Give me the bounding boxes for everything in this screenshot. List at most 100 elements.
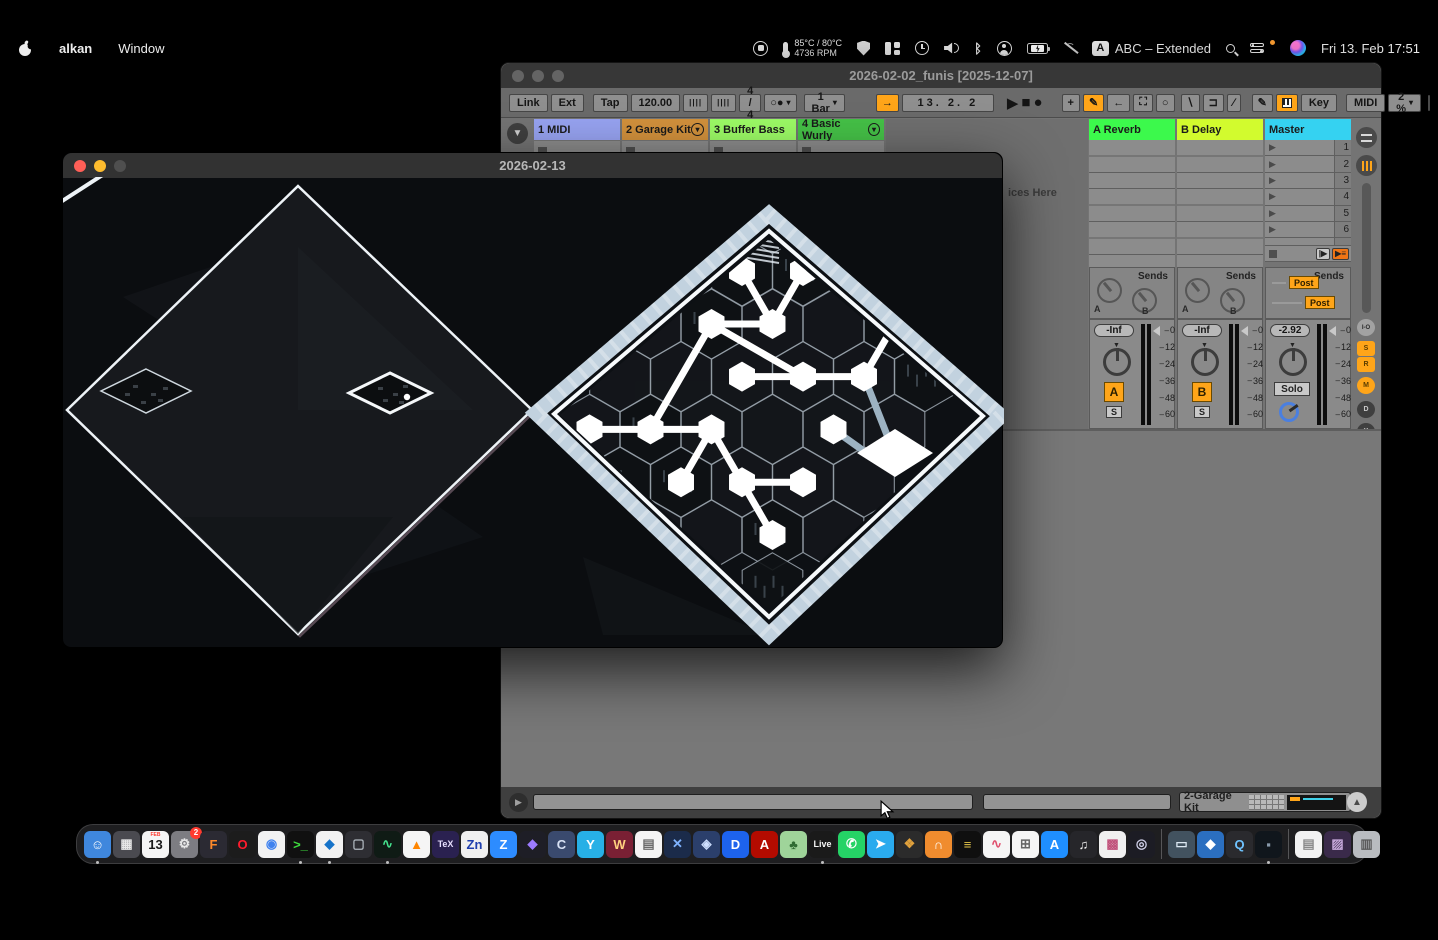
dock-purple-folder-icon[interactable]: ▨	[1324, 831, 1351, 858]
dock-zoom-icon[interactable]: Z	[490, 831, 517, 858]
dock-calibre-icon[interactable]: C	[548, 831, 575, 858]
menu-window[interactable]: Window	[118, 41, 164, 56]
return-b-pan-knob[interactable]	[1191, 348, 1219, 376]
expand-button[interactable]: ⛶	[1133, 94, 1153, 112]
stop-all-clips-button[interactable]	[1269, 250, 1277, 258]
scene-play-icon[interactable]: ▶	[1269, 208, 1276, 219]
temperature-status[interactable]: 85°C / 80°C 4736 RPM	[783, 38, 842, 58]
dock-calendar-icon[interactable]: 13FEB	[142, 831, 169, 858]
dock-libreoffice-icon[interactable]: ▤	[635, 831, 662, 858]
metronome-button[interactable]: ○●▾	[764, 94, 796, 112]
key-map-button[interactable]: Key	[1301, 94, 1337, 112]
groove-amount-menu[interactable]: 2 %▾	[1388, 94, 1421, 112]
battery-icon[interactable]	[1027, 43, 1048, 54]
record-button[interactable]: ●	[1033, 94, 1042, 111]
track-header-2[interactable]: 2 Garage Kit▾	[622, 119, 708, 140]
dock-system-settings-icon[interactable]: ⚙2	[171, 831, 198, 858]
ext-button[interactable]: Ext	[551, 94, 584, 112]
dock-whatsapp-icon[interactable]: ✆	[838, 831, 865, 858]
bluetooth-icon[interactable]: ᛒ	[974, 41, 982, 56]
horizontal-scrollbar[interactable]	[533, 794, 973, 810]
session-record-button[interactable]: ○	[1156, 94, 1175, 112]
game-scene[interactable]	[63, 177, 1004, 649]
dock-vscode-window-icon[interactable]: ◆	[1197, 831, 1224, 858]
nudge-up-button[interactable]: ||||	[711, 94, 736, 112]
link-button[interactable]: Link	[509, 94, 548, 112]
scene-play-icon[interactable]: ▶	[1269, 175, 1276, 186]
menu-clock[interactable]: Fri 13. Feb 17:51	[1321, 41, 1420, 56]
draw-mode-button[interactable]: ✎	[1252, 94, 1273, 112]
scene-row[interactable]: ▶3	[1265, 173, 1351, 189]
master-solo[interactable]: Solo	[1274, 382, 1310, 396]
dock-document-icon[interactable]: ▤	[1295, 831, 1322, 858]
dock-obsidian-icon[interactable]: ◆	[519, 831, 546, 858]
follow-button[interactable]: →	[876, 94, 899, 112]
dock-quicktime-icon[interactable]: Q	[1226, 831, 1253, 858]
dock-firefox-icon[interactable]: F	[200, 831, 227, 858]
plus-button[interactable]: +	[1062, 94, 1080, 112]
loop-icon[interactable]: ⊐	[1203, 94, 1224, 112]
stop-button[interactable]: ■	[1021, 94, 1030, 111]
delay-section-toggle[interactable]: D	[1357, 401, 1375, 418]
dock-vscode-icon[interactable]: ◆	[316, 831, 343, 858]
scene-row-partial[interactable]	[1265, 238, 1351, 246]
record-indicator-icon[interactable]	[753, 41, 768, 56]
dock-color-grid-app-icon[interactable]: ▩	[1099, 831, 1126, 858]
chevron-down-icon[interactable]: ▾	[868, 123, 880, 136]
computer-midi-keyboard-button[interactable]	[1276, 94, 1298, 112]
track-header-3[interactable]: 3 Buffer Bass	[710, 119, 796, 140]
return-b-slots[interactable]	[1177, 140, 1263, 267]
dock-davinci-resolve-icon[interactable]: ❖	[896, 831, 923, 858]
return-a-volume[interactable]: -Inf	[1094, 324, 1134, 337]
return-a-pan-knob[interactable]	[1103, 348, 1131, 376]
returns-section-toggle[interactable]: R	[1357, 357, 1375, 372]
scene-row[interactable]: ▶1	[1265, 140, 1351, 156]
dock-fork-icon[interactable]: Y	[577, 831, 604, 858]
dock-image-tool-icon[interactable]: ▢	[345, 831, 372, 858]
dock-x-tool-icon[interactable]: ✕	[664, 831, 691, 858]
return-b-header[interactable]: B Delay	[1177, 119, 1263, 140]
play-button[interactable]: ▶	[1007, 94, 1019, 112]
show-hide-detail-icon[interactable]: ▶	[509, 793, 528, 812]
return-a-activator[interactable]: A	[1104, 382, 1124, 402]
send-a-knob[interactable]	[1185, 278, 1210, 303]
dock-app-store-icon[interactable]: A	[1041, 831, 1068, 858]
dock-virtualbox-icon[interactable]: ◈	[693, 831, 720, 858]
dock-opera-icon[interactable]: O	[229, 831, 256, 858]
io-section-toggle[interactable]: I-O	[1357, 319, 1375, 336]
scene-play-icon[interactable]: ▶	[1269, 191, 1276, 202]
dock-chrome-icon[interactable]: ◉	[258, 831, 285, 858]
time-machine-icon[interactable]	[915, 41, 929, 55]
dock-audio-app-icon[interactable]: ∩	[925, 831, 952, 858]
track-header-1[interactable]: 1 MIDI	[534, 119, 620, 140]
back-to-arrangement-icon[interactable]: |▶	[1316, 248, 1330, 260]
game-titlebar[interactable]: 2026-02-13	[63, 153, 1002, 178]
dock-window-preview-icon[interactable]: ▭	[1168, 831, 1195, 858]
return-b-volume[interactable]: -Inf	[1182, 324, 1222, 337]
fade-out-icon[interactable]: ∖	[1181, 94, 1200, 112]
expand-detail-icon[interactable]: ▲	[1347, 792, 1367, 812]
dock-calculator-app-icon[interactable]: ⊞	[1012, 831, 1039, 858]
arrangement-record-icon[interactable]: ▶≡	[1332, 248, 1349, 260]
tap-tempo-button[interactable]: Tap	[593, 94, 628, 112]
nudge-down-button[interactable]: ||||	[683, 94, 708, 112]
dock-advisory-app-icon[interactable]: ≡	[954, 831, 981, 858]
dock-acrobat-icon[interactable]: A	[751, 831, 778, 858]
scene-play-icon[interactable]: ▶	[1269, 224, 1276, 235]
send-a-knob[interactable]	[1097, 278, 1122, 303]
wifi-off-icon[interactable]	[1063, 42, 1077, 54]
dock-zinc-icon[interactable]: Zn	[461, 831, 488, 858]
dock-wine-icon[interactable]: W	[606, 831, 633, 858]
fade-in-icon[interactable]: ∕	[1227, 94, 1241, 112]
scene-row[interactable]: ▶4	[1265, 189, 1351, 205]
arrangement-position[interactable]: 13. 2. 2	[902, 94, 994, 112]
ableton-titlebar[interactable]: 2026-02-02_funis [2025-12-07]	[501, 63, 1381, 88]
dock-game-window-icon[interactable]: ▪	[1255, 831, 1282, 858]
time-signature-display[interactable]: 4 / 4	[739, 94, 761, 112]
apple-menu-icon[interactable]	[18, 40, 33, 57]
send-b-post-toggle[interactable]: Post	[1305, 296, 1335, 309]
scene-play-icon[interactable]: ▶	[1269, 142, 1276, 153]
clip-view-toggle-icon[interactable]	[1356, 155, 1377, 176]
overview-toggle-icon[interactable]	[1356, 127, 1377, 148]
tempo-display[interactable]: 120.00	[631, 94, 681, 112]
